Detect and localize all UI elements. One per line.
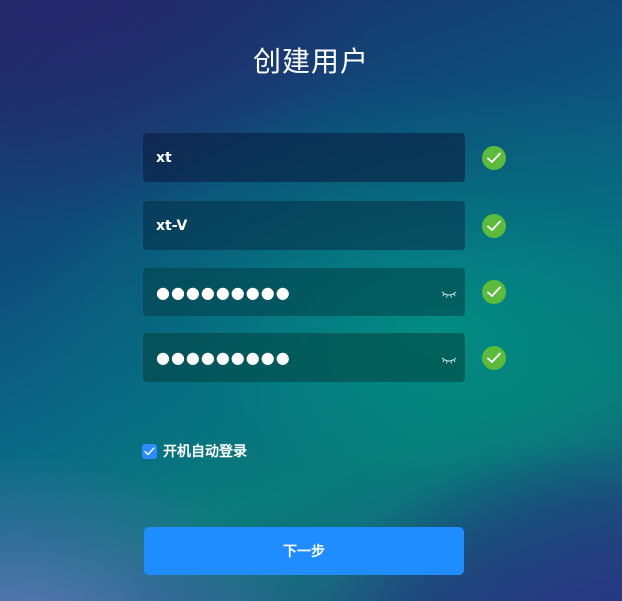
confirm-password-valid-check-icon: [482, 346, 506, 370]
checkbox-checked-icon[interactable]: [142, 443, 157, 459]
next-button[interactable]: 下一步: [144, 527, 464, 575]
password-valid-check-icon: [482, 280, 506, 304]
eye-closed-icon[interactable]: [441, 353, 457, 364]
confirm-password-field[interactable]: ●●●●●●●●●: [143, 333, 465, 382]
auto-login-option[interactable]: 开机自动登录: [142, 441, 247, 461]
fullname-value: xt-V: [156, 217, 188, 234]
page-title: 创建用户: [252, 45, 369, 78]
auto-login-label: 开机自动登录: [163, 444, 247, 460]
confirm-password-masked-value: ●●●●●●●●●: [156, 348, 291, 367]
eye-closed-icon[interactable]: [441, 287, 457, 298]
fullname-valid-check-icon: [482, 214, 506, 238]
password-masked-value: ●●●●●●●●●: [156, 282, 291, 302]
fullname-field[interactable]: xt-V: [143, 201, 465, 250]
password-field[interactable]: ●●●●●●●●●: [143, 268, 465, 316]
username-valid-check-icon: [482, 146, 506, 170]
username-field[interactable]: xt: [143, 133, 465, 182]
username-value: xt: [156, 149, 172, 166]
